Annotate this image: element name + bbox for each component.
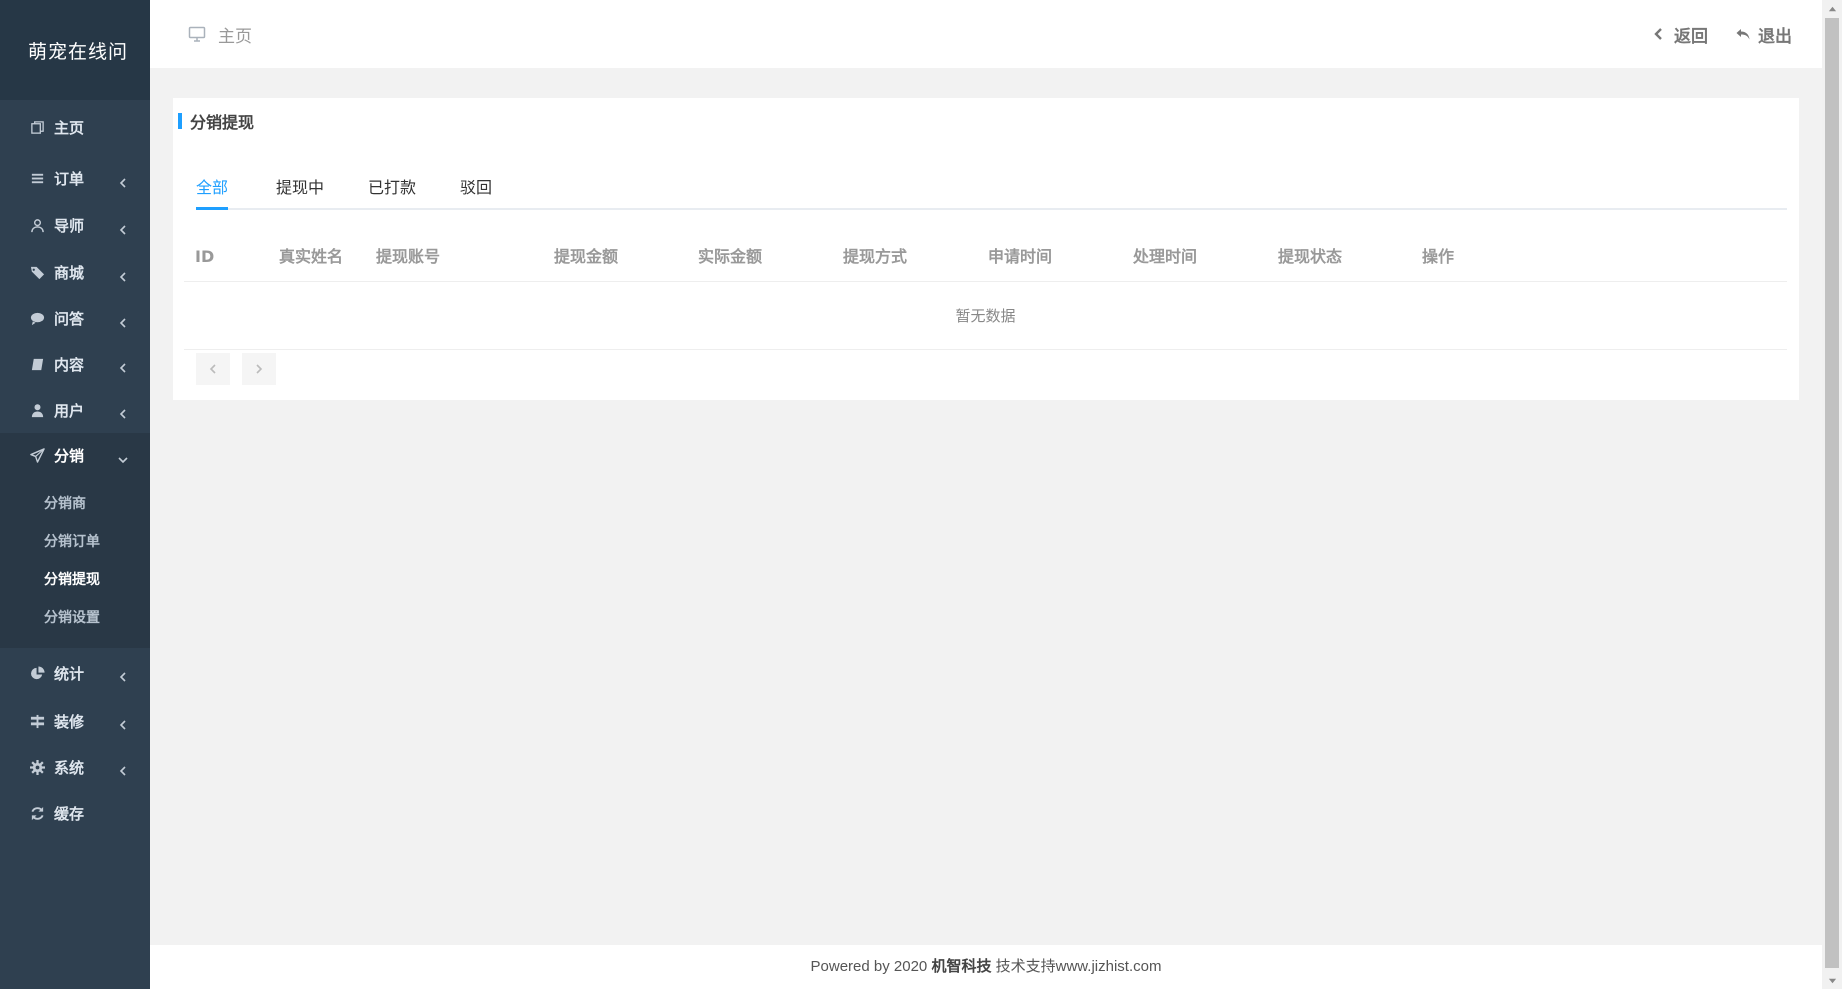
sidebar-item-qa[interactable]: 问答 xyxy=(0,296,150,341)
footer-suffix: 技术支持www.jizhist.com xyxy=(991,958,1162,975)
chevron-left-icon xyxy=(118,762,128,776)
brand-title: 萌宠在线问 xyxy=(0,0,150,100)
scroll-down-icon[interactable] xyxy=(1822,971,1842,989)
gear-icon xyxy=(28,758,46,776)
withdraw-card: 分销提现 全部 提现中 已打款 驳回 ID 真实姓名 提现账号 提现金额 实际金… xyxy=(173,98,1799,400)
sidebar-item-content[interactable]: 内容 xyxy=(0,341,150,387)
status-tabs: 全部 提现中 已打款 驳回 xyxy=(196,174,1787,210)
sidebar-item-label: 缓存 xyxy=(54,804,85,823)
logout-label: 退出 xyxy=(1758,26,1792,47)
scrollbar-thumb[interactable] xyxy=(1825,18,1839,968)
column-header[interactable]: 提现金额 xyxy=(554,232,618,282)
column-header[interactable]: 提现方式 xyxy=(843,232,907,282)
chevron-left-icon xyxy=(118,716,128,730)
pie-chart-icon xyxy=(28,664,46,682)
chevron-left-icon xyxy=(209,364,216,374)
tab-all[interactable]: 全部 xyxy=(196,174,229,210)
tags-icon xyxy=(28,264,46,282)
user-outline-icon xyxy=(28,217,46,235)
sidebar-item-statistics[interactable]: 统计 xyxy=(0,648,150,698)
footer: Powered by 2020 机智科技 技术支持www.jizhist.com xyxy=(150,945,1822,989)
sidebar-item-label: 问答 xyxy=(54,310,85,328)
logout-button[interactable]: 退出 xyxy=(1736,22,1792,47)
chevron-down-icon xyxy=(118,451,128,463)
sidebar-subitem-distribution-orders[interactable]: 分销订单 xyxy=(0,522,150,560)
back-label: 返回 xyxy=(1674,26,1708,47)
signpost-icon xyxy=(28,712,46,730)
refresh-icon xyxy=(28,804,46,822)
chevron-left-icon xyxy=(118,174,128,188)
list-icon xyxy=(28,170,46,188)
column-header[interactable]: 提现状态 xyxy=(1278,232,1342,282)
chevron-left-icon xyxy=(1654,28,1662,40)
chevron-left-icon xyxy=(118,668,128,682)
sidebar-item-decoration[interactable]: 装修 xyxy=(0,698,150,744)
sidebar-item-label: 统计 xyxy=(54,664,85,683)
chevron-left-icon xyxy=(118,359,128,373)
sidebar: 萌宠在线问 主页 订单 导师 商城 问答 内容 用户 分销 分销商 分销订单 分… xyxy=(0,0,150,989)
sidebar-group-distribution: 分销 分销商 分销订单 分销提现 分销设置 xyxy=(0,433,150,648)
footer-prefix: Powered by 2020 xyxy=(810,958,932,975)
book-icon xyxy=(28,355,46,373)
sidebar-item-system[interactable]: 系统 xyxy=(0,744,150,790)
next-page-button[interactable] xyxy=(242,353,276,385)
column-header[interactable]: 提现账号 xyxy=(376,232,440,282)
sidebar-item-label: 系统 xyxy=(54,758,85,777)
sidebar-subitem-distribution-settings[interactable]: 分销设置 xyxy=(0,598,150,636)
tab-paid[interactable]: 已打款 xyxy=(368,174,416,210)
copy-icon xyxy=(28,119,46,137)
sidebar-item-distribution[interactable]: 分销 xyxy=(0,433,150,478)
sidebar-item-label: 主页 xyxy=(54,119,85,137)
sidebar-item-label: 内容 xyxy=(54,355,85,374)
chevron-left-icon xyxy=(118,314,128,328)
chevron-right-icon xyxy=(256,364,263,374)
sidebar-item-cache[interactable]: 缓存 xyxy=(0,790,150,836)
prev-page-button[interactable] xyxy=(196,353,230,385)
top-actions: 返回 退出 xyxy=(1624,0,1792,68)
column-header[interactable]: 申请时间 xyxy=(988,232,1052,282)
top-bar: 主页 返回 退出 xyxy=(150,0,1822,68)
chevron-left-icon xyxy=(118,268,128,282)
column-header[interactable]: 处理时间 xyxy=(1133,232,1197,282)
sidebar-item-label: 商城 xyxy=(54,264,85,282)
column-header[interactable]: ID xyxy=(195,232,214,282)
tab-withdrawing[interactable]: 提现中 xyxy=(276,174,324,210)
table-header: ID 真实姓名 提现账号 提现金额 实际金额 提现方式 申请时间 处理时间 提现… xyxy=(184,232,1787,282)
vertical-scrollbar[interactable] xyxy=(1822,0,1842,989)
title-accent-bar xyxy=(178,113,182,129)
column-header[interactable]: 真实姓名 xyxy=(279,232,343,282)
sidebar-item-orders[interactable]: 订单 xyxy=(0,155,150,202)
sidebar-item-label: 订单 xyxy=(54,170,85,188)
sidebar-item-home[interactable]: 主页 xyxy=(0,100,150,155)
tab-rejected[interactable]: 驳回 xyxy=(460,174,492,210)
breadcrumb-home: 主页 xyxy=(218,26,252,47)
user-icon xyxy=(28,401,46,419)
sidebar-item-users[interactable]: 用户 xyxy=(0,387,150,433)
comment-icon xyxy=(28,310,46,328)
sidebar-subitem-distributors[interactable]: 分销商 xyxy=(0,484,150,522)
scroll-up-icon[interactable] xyxy=(1822,0,1842,18)
footer-company: 机智科技 xyxy=(931,958,992,975)
sidebar-subitem-distribution-withdraw[interactable]: 分销提现 xyxy=(0,560,150,598)
back-button[interactable]: 返回 xyxy=(1652,22,1708,47)
sidebar-item-shop[interactable]: 商城 xyxy=(0,249,150,296)
column-header[interactable]: 实际金额 xyxy=(698,232,762,282)
sidebar-item-label: 导师 xyxy=(54,217,85,235)
card-title: 分销提现 xyxy=(178,112,255,132)
sidebar-item-label: 装修 xyxy=(54,712,85,731)
reply-icon xyxy=(1736,29,1750,40)
sidebar-item-label: 用户 xyxy=(54,401,85,420)
column-header[interactable]: 操作 xyxy=(1422,232,1454,282)
chevron-left-icon xyxy=(118,221,128,235)
breadcrumb[interactable]: 主页 xyxy=(188,22,252,47)
empty-state: 暂无数据 xyxy=(184,282,1787,350)
card-title-text: 分销提现 xyxy=(190,113,255,132)
paper-plane-icon xyxy=(28,447,46,465)
sidebar-item-label: 分销 xyxy=(54,447,85,465)
monitor-icon xyxy=(188,26,206,42)
chevron-left-icon xyxy=(118,405,128,419)
sidebar-item-mentors[interactable]: 导师 xyxy=(0,202,150,249)
